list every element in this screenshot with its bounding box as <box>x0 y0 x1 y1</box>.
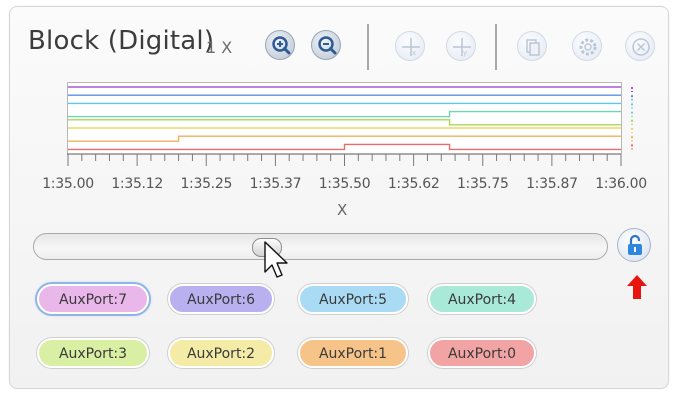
channel-chip-auxport-0[interactable]: AuxPort:0 <box>428 338 536 368</box>
x-axis-label: X <box>337 201 348 219</box>
x-tick-label: 1:35.37 <box>249 176 302 192</box>
x-tick-label: 1:35.25 <box>180 176 233 192</box>
mouse-cursor-icon <box>264 241 288 278</box>
channel-chip-auxport-4[interactable]: AuxPort:4 <box>428 284 536 314</box>
unlock-icon <box>628 234 642 255</box>
channel-chip-auxport-6[interactable]: AuxPort:6 <box>168 284 274 314</box>
channel-chip-auxport-3[interactable]: AuxPort:3 <box>37 338 149 368</box>
lock-toggle-button[interactable] <box>617 228 651 262</box>
channel-chip-auxport-1[interactable]: AuxPort:1 <box>298 338 408 368</box>
time-scroll-slider[interactable] <box>33 233 608 260</box>
signal-trace-0 <box>68 143 621 151</box>
x-tick-label: 1:35.12 <box>111 176 163 192</box>
x-tick-label: 1:35.00 <box>42 176 94 192</box>
x-tick-label: 1:35.62 <box>387 176 440 192</box>
channel-chip-auxport-2[interactable]: AuxPort:2 <box>168 338 274 368</box>
arrow-up-icon <box>627 275 647 299</box>
x-tick-label: 1:35.50 <box>318 176 371 192</box>
x-tick-label: 1:35.75 <box>456 176 509 192</box>
signal-trace-3 <box>68 119 621 126</box>
x-tick-label: 1:36.00 <box>595 176 647 192</box>
signal-trace-4 <box>68 110 621 118</box>
signal-trace-1 <box>68 135 621 142</box>
x-tick-label: 1:35.87 <box>526 176 578 192</box>
signal-plot <box>67 86 633 166</box>
channel-chip-auxport-5[interactable]: AuxPort:5 <box>298 284 408 314</box>
channel-chip-auxport-7[interactable]: AuxPort:7 <box>37 284 149 314</box>
